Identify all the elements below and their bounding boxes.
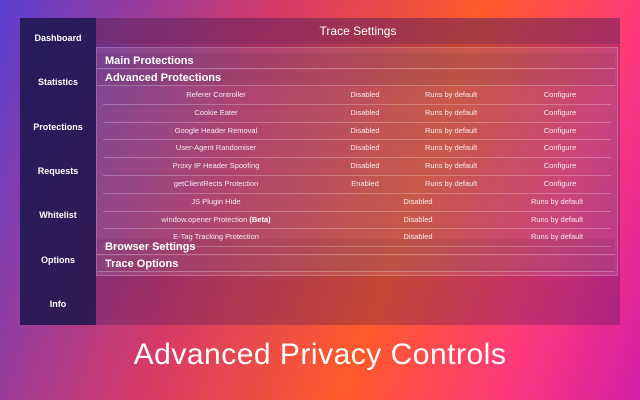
protection-default: Runs by default bbox=[424, 143, 478, 153]
section-advanced-protections[interactable]: Advanced Protections bbox=[97, 70, 615, 86]
protection-name: Google Header Removal bbox=[174, 125, 258, 135]
table-row: getClientRects Protection Enabled Runs b… bbox=[103, 176, 611, 194]
sidebar-item-protections[interactable]: Protections bbox=[20, 122, 96, 132]
configure-button[interactable]: Configure bbox=[544, 87, 577, 104]
protection-name: User-Agent Randomiser bbox=[175, 143, 257, 153]
configure-button[interactable]: Configure bbox=[544, 176, 577, 193]
table-row: Proxy IP Header Spoofing Disabled Runs b… bbox=[103, 158, 611, 176]
protection-status[interactable]: Disabled bbox=[403, 212, 432, 229]
beta-badge: (Beta) bbox=[249, 214, 271, 224]
table-row: User-Agent Randomiser Disabled Runs by d… bbox=[103, 140, 611, 159]
sidebar-item-dashboard[interactable]: Dashboard bbox=[20, 33, 96, 43]
table-row: Referer Controller Disabled Runs by defa… bbox=[103, 87, 611, 105]
protection-name: JS Plugin Hide bbox=[191, 196, 241, 206]
protection-name: window.opener Protection bbox=[161, 214, 248, 224]
section-browser-settings[interactable]: Browser Settings bbox=[97, 239, 615, 255]
protection-status[interactable]: Disabled bbox=[350, 87, 379, 104]
protection-default: Runs by default bbox=[424, 161, 478, 171]
table-row: Cookie Eater Disabled Runs by default Co… bbox=[103, 105, 611, 123]
promo-caption: Advanced Privacy Controls bbox=[133, 338, 507, 371]
settings-panel: Main Protections Advanced Protections Re… bbox=[96, 47, 618, 276]
sidebar-item-whitelist[interactable]: Whitelist bbox=[20, 210, 96, 220]
sidebar-item-requests[interactable]: Requests bbox=[20, 166, 96, 176]
configure-button[interactable]: Configure bbox=[544, 158, 577, 175]
protection-default: Runs by default bbox=[424, 90, 478, 99]
sidebar-item-options[interactable]: Options bbox=[20, 255, 96, 265]
protection-default: Runs by default bbox=[424, 178, 478, 188]
protection-name: Cookie Eater bbox=[194, 107, 238, 117]
protection-default: Runs by default bbox=[424, 107, 478, 117]
section-trace-options[interactable]: Trace Options bbox=[97, 256, 615, 272]
section-main-protections[interactable]: Main Protections bbox=[97, 53, 615, 69]
table-row: JS Plugin Hide Disabled Runs by default bbox=[103, 194, 611, 212]
configure-button[interactable]: Configure bbox=[544, 140, 577, 157]
protection-status[interactable]: Disabled bbox=[350, 123, 379, 140]
sidebar-item-statistics[interactable]: Statistics bbox=[20, 77, 96, 87]
protection-name: Proxy IP Header Spoofing bbox=[172, 161, 260, 171]
table-row: Google Header Removal Disabled Runs by d… bbox=[103, 123, 611, 141]
protection-default: Runs by default bbox=[530, 196, 584, 206]
sidebar: Dashboard Statistics Protections Request… bbox=[20, 18, 96, 325]
sidebar-item-info[interactable]: Info bbox=[20, 299, 96, 309]
protection-default: Runs by default bbox=[530, 214, 584, 224]
protection-status[interactable]: Disabled bbox=[350, 140, 379, 157]
protection-name: getClientRects Protection bbox=[173, 178, 259, 188]
protection-status[interactable]: Disabled bbox=[403, 194, 432, 211]
protection-name-wrapper: window.opener Protection (Beta) bbox=[161, 212, 270, 229]
configure-button[interactable]: Configure bbox=[544, 105, 577, 122]
configure-button[interactable]: Configure bbox=[544, 123, 577, 140]
protection-status[interactable]: Disabled bbox=[350, 105, 379, 122]
table-row: window.opener Protection (Beta) Disabled… bbox=[103, 212, 611, 230]
protection-status[interactable]: Disabled bbox=[350, 158, 379, 175]
advanced-protections-table: Referer Controller Disabled Runs by defa… bbox=[103, 87, 611, 248]
protection-default: Runs by default bbox=[424, 125, 478, 135]
protection-name: Referer Controller bbox=[186, 90, 246, 99]
protection-status[interactable]: Enabled bbox=[351, 176, 379, 193]
page-title: Trace Settings bbox=[96, 18, 620, 44]
